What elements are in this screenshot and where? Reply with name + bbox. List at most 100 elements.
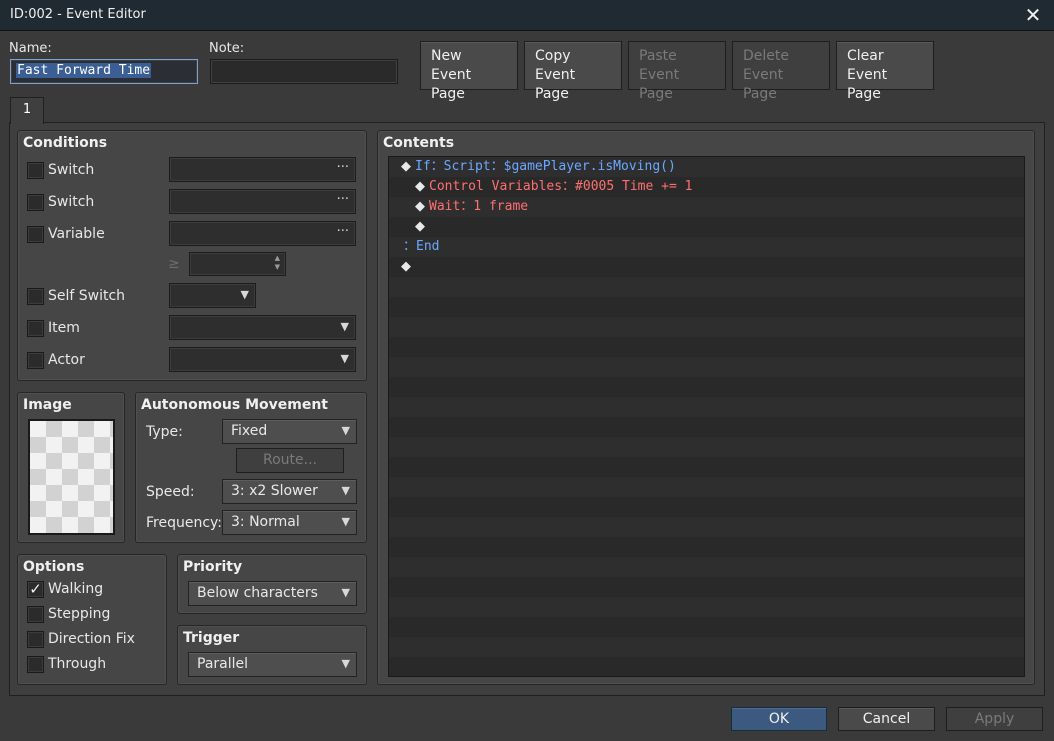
switch1-selector[interactable]: ··· xyxy=(169,157,356,182)
name-label: Name: xyxy=(9,41,52,56)
command-row[interactable] xyxy=(389,457,1024,477)
command-row[interactable] xyxy=(389,417,1024,437)
ellipsis-icon: ··· xyxy=(336,160,349,175)
chevron-down-icon: ▼ xyxy=(240,288,249,301)
command-row[interactable] xyxy=(389,397,1024,417)
walking-checkbox[interactable]: ✓ xyxy=(27,581,44,598)
through-label: Through xyxy=(48,656,107,672)
command-row[interactable] xyxy=(389,317,1024,337)
variable-label: Variable xyxy=(48,226,105,242)
character-image-frame[interactable] xyxy=(28,419,115,535)
command-row[interactable] xyxy=(389,557,1024,577)
command-row[interactable] xyxy=(389,497,1024,517)
command-row[interactable] xyxy=(389,277,1024,297)
movement-frequency-value: 3: Normal xyxy=(231,514,300,530)
stepping-checkbox[interactable] xyxy=(27,606,44,623)
chevron-down-icon: ▼ xyxy=(341,515,350,528)
contents-title: Contents xyxy=(383,135,455,151)
command-row[interactable] xyxy=(389,537,1024,557)
note-label: Note: xyxy=(209,41,245,56)
self-switch-dropdown[interactable]: ▼ xyxy=(169,283,256,308)
actor-checkbox[interactable] xyxy=(27,352,44,369)
command-row[interactable] xyxy=(389,357,1024,377)
autonomous-movement-title: Autonomous Movement xyxy=(141,397,328,413)
button-line: Event Page xyxy=(431,67,472,102)
switch2-selector[interactable]: ··· xyxy=(169,189,356,214)
actor-label: Actor xyxy=(48,352,85,368)
trigger-value: Parallel xyxy=(197,656,249,672)
command-row[interactable]: ◆ Control Variables：#0005 Time += 1 xyxy=(389,177,1024,197)
clear-event-page-button[interactable]: Clear Event Page xyxy=(836,41,934,102)
command-row[interactable] xyxy=(389,577,1024,597)
trigger-dropdown[interactable]: Parallel ▼ xyxy=(188,652,357,677)
new-event-page-button[interactable]: New Event Page xyxy=(420,41,518,102)
frequency-label: Frequency: xyxy=(146,515,223,531)
movement-frequency-dropdown[interactable]: 3: Normal ▼ xyxy=(222,510,357,535)
command-row[interactable] xyxy=(389,637,1024,657)
command-text: Wait：1 frame xyxy=(429,197,528,217)
command-row[interactable]: ：End xyxy=(389,237,1024,257)
contents-group: Contents ◆ If：Script：$gamePlayer.isMoving… xyxy=(377,130,1035,685)
paste-event-page-button[interactable]: Paste Event Page xyxy=(628,41,726,102)
command-marker-icon: ◆ xyxy=(401,259,411,274)
button-line: Event Page xyxy=(639,67,680,102)
ok-button[interactable]: OK xyxy=(731,707,827,731)
route-button[interactable]: Route... xyxy=(236,448,344,473)
note-input[interactable] xyxy=(210,59,398,84)
apply-button[interactable]: Apply xyxy=(946,707,1043,731)
name-value: Fast Forward Time xyxy=(16,63,152,78)
spinner-arrows-icon[interactable]: ▲ ▼ xyxy=(275,254,280,272)
command-row[interactable] xyxy=(389,657,1024,676)
command-part: Wait：1 frame xyxy=(429,199,529,214)
walking-label: Walking xyxy=(48,581,104,597)
variable-value-spinner[interactable]: ▲ ▼ xyxy=(189,252,286,276)
tab-page-1[interactable]: 1 xyxy=(10,97,44,124)
direction-fix-checkbox[interactable] xyxy=(27,631,44,648)
image-title: Image xyxy=(23,397,72,413)
gte-symbol: ≥ xyxy=(168,256,180,272)
command-row[interactable] xyxy=(389,437,1024,457)
command-row[interactable]: ◆ If：Script：$gamePlayer.isMoving() xyxy=(389,157,1024,177)
conditions-title: Conditions xyxy=(23,135,108,151)
command-row[interactable]: ◆ Wait：1 frame xyxy=(389,197,1024,217)
ellipsis-icon: ··· xyxy=(336,224,349,239)
variable-selector[interactable]: ··· xyxy=(169,221,356,246)
self-switch-checkbox[interactable] xyxy=(27,288,44,305)
name-input[interactable]: Fast Forward Time xyxy=(10,59,198,84)
through-checkbox[interactable] xyxy=(27,656,44,673)
delete-event-page-button[interactable]: Delete Event Page xyxy=(732,41,830,102)
event-command-list[interactable]: ◆ If：Script：$gamePlayer.isMoving() ◆ Contro… xyxy=(388,156,1025,677)
switch2-checkbox[interactable] xyxy=(27,194,44,211)
command-row[interactable] xyxy=(389,337,1024,357)
command-row[interactable] xyxy=(389,377,1024,397)
options-group: Options ✓ Walking Stepping Direction Fix… xyxy=(17,554,167,685)
trigger-title: Trigger xyxy=(183,630,240,646)
movement-type-dropdown[interactable]: Fixed ▼ xyxy=(222,419,357,444)
command-part: ：End xyxy=(403,239,440,254)
command-part: If：Script：$gamePlayer.isMoving() xyxy=(415,159,676,174)
movement-type-value: Fixed xyxy=(231,423,268,439)
actor-dropdown[interactable]: ▼ xyxy=(169,347,356,372)
variable-checkbox[interactable] xyxy=(27,226,44,243)
command-row[interactable] xyxy=(389,617,1024,637)
autonomous-movement-group: Autonomous Movement Type: Fixed ▼ Route.… xyxy=(135,392,367,543)
chevron-down-icon: ▼ xyxy=(341,657,350,670)
command-marker-icon: ◆ xyxy=(415,219,425,234)
command-row[interactable] xyxy=(389,297,1024,317)
command-row[interactable]: ◆ xyxy=(389,257,1024,277)
item-checkbox[interactable] xyxy=(27,320,44,337)
item-dropdown[interactable]: ▼ xyxy=(169,315,356,340)
priority-dropdown[interactable]: Below characters ▼ xyxy=(188,581,357,606)
movement-speed-dropdown[interactable]: 3: x2 Slower ▼ xyxy=(222,479,357,504)
item-label: Item xyxy=(48,320,80,336)
command-row[interactable] xyxy=(389,517,1024,537)
close-icon[interactable]: ✕ xyxy=(1022,3,1044,27)
command-row[interactable]: ◆ xyxy=(389,217,1024,237)
switch1-checkbox[interactable] xyxy=(27,162,44,179)
button-line: Delete xyxy=(743,48,789,64)
switch1-label: Switch xyxy=(48,162,95,178)
command-row[interactable] xyxy=(389,597,1024,617)
command-row[interactable] xyxy=(389,477,1024,497)
cancel-button[interactable]: Cancel xyxy=(838,707,935,731)
copy-event-page-button[interactable]: Copy Event Page xyxy=(524,41,622,102)
